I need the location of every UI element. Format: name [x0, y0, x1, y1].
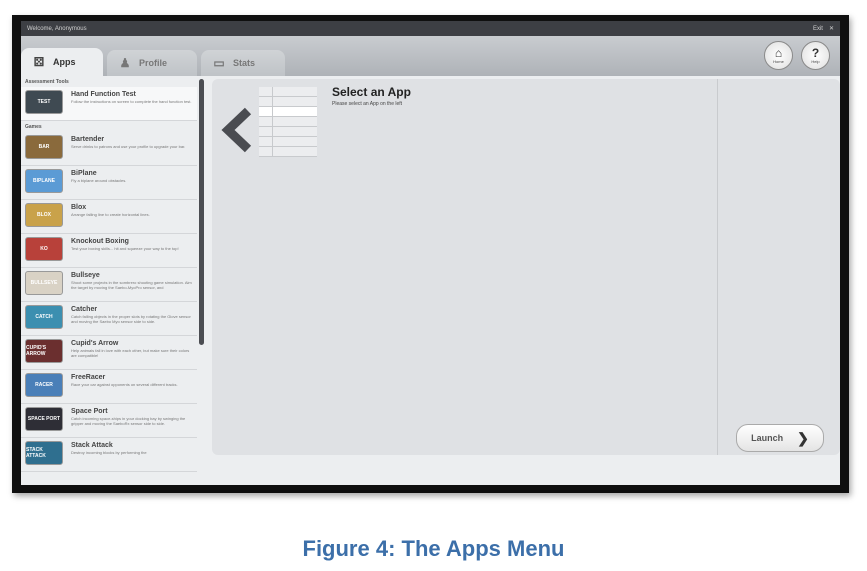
app-list-item[interactable]: SPACE PORT Space Port Catch incoming space… — [21, 404, 197, 438]
app-name: BiPlane — [71, 170, 97, 177]
app-list-item[interactable]: STACK ATTACK Stack Attack Destroy incoming… — [21, 438, 197, 472]
header-bar: ⚄ Apps ♟ Profile ▭ Stats ⌂ Home ? Help — [21, 36, 840, 76]
app-list-sidebar: Assessment Tools TEST Hand Function Test F… — [21, 76, 197, 485]
games-list: BAR Bartender Serve drinks to patrons and … — [21, 132, 197, 472]
app-description: Serve drinks to patrons and use your pro… — [71, 144, 186, 149]
help-icon: ? — [811, 46, 820, 60]
app-list-item[interactable]: TEST Hand Function Test Follow the instruc… — [21, 87, 197, 121]
app-thumbnail: KO — [25, 237, 63, 261]
app-name: Catcher — [71, 306, 98, 313]
app-description: Catch incoming space-ships in your docki… — [71, 416, 186, 426]
page-title: Select an App — [332, 85, 411, 99]
dice-icon: ⚄ — [33, 55, 45, 69]
app-thumbnail: CATCH — [25, 305, 63, 329]
app-detail-panel: Select an App Please select an App on th… — [212, 79, 840, 455]
app-description: Arrange falling line to create horizonta… — [71, 212, 150, 217]
app-text: FreeRacer Race your car against opponents… — [71, 373, 178, 400]
app-text: Stack Attack Destroy incoming blocks by p… — [71, 441, 147, 468]
app-description: Help animals fall in love with each othe… — [71, 348, 190, 358]
tab-stats[interactable]: ▭ Stats — [201, 50, 285, 76]
app-description: Fly a biplane around obstacles. — [71, 178, 127, 183]
app-list-item[interactable]: BLOX Blox Arrange falling line to create h… — [21, 200, 197, 234]
content-area: Assessment Tools TEST Hand Function Test F… — [21, 76, 840, 485]
page-subtitle: Please select an App on the left — [332, 101, 403, 107]
screenshot-frame: Welcome, Anonymous Exit ✕ ⚄ Apps ♟ Profi… — [12, 15, 849, 493]
app-name: FreeRacer — [71, 374, 106, 381]
close-icon[interactable]: ✕ — [829, 25, 834, 32]
app-thumbnail: BULLSEYE — [25, 271, 63, 295]
tab-bar: ⚄ Apps ♟ Profile ▭ Stats — [21, 48, 289, 76]
window-title: Welcome, Anonymous — [27, 25, 87, 32]
tab-profile-label: Profile — [139, 58, 168, 68]
person-icon: ♟ — [119, 56, 131, 70]
app-name: Bullseye — [71, 272, 100, 279]
app-description: Destroy incoming blocks by performing th… — [71, 450, 147, 455]
app-name: Blox — [71, 204, 87, 211]
figure-caption: Figure 4: The Apps Menu — [302, 536, 565, 561]
sidebar-scrollbar[interactable] — [199, 79, 204, 345]
app-list-item[interactable]: BULLSEYE Bullseye Shoot some projects in t… — [21, 268, 197, 302]
home-button[interactable]: ⌂ Home — [764, 41, 793, 70]
app-name: Cupid's Arrow — [71, 340, 119, 347]
app-description: Catch falling objects in the proper slot… — [71, 314, 191, 324]
app-thumbnail: RACER — [25, 373, 63, 397]
app-description: Follow the instructions on screen to com… — [71, 99, 192, 104]
header-buttons: ⌂ Home ? Help — [764, 41, 830, 70]
app-text: Cupid's Arrow Help animals fall in love w… — [71, 339, 193, 366]
tab-apps-label: Apps — [53, 57, 76, 67]
section-games: Games — [25, 124, 42, 130]
list-placeholder-icon — [259, 87, 317, 157]
app-list-item[interactable]: CUPID'S ARROW Cupid's Arrow Help animals f… — [21, 336, 197, 370]
app-list-item[interactable]: RACER FreeRacer Race your car against oppo… — [21, 370, 197, 404]
app-list-item[interactable]: BIPLANE BiPlane Fly a biplane around obsta… — [21, 166, 197, 200]
help-label: Help — [811, 59, 820, 64]
app-thumbnail: STACK ATTACK — [25, 441, 63, 465]
tab-profile[interactable]: ♟ Profile — [107, 50, 197, 76]
home-icon: ⌂ — [774, 46, 783, 60]
app-name: Bartender — [71, 136, 105, 143]
app-list-item[interactable]: CATCH Catcher Catch falling objects in the… — [21, 302, 197, 336]
app-window: Welcome, Anonymous Exit ✕ ⚄ Apps ♟ Profi… — [21, 21, 840, 485]
app-thumbnail: BIPLANE — [25, 169, 63, 193]
app-thumbnail: TEST — [25, 90, 63, 114]
app-thumbnail: BLOX — [25, 203, 63, 227]
app-thumbnail: SPACE PORT — [25, 407, 63, 431]
app-text: Space Port Catch incoming space-ships in … — [71, 407, 193, 434]
app-name: Hand Function Test — [71, 91, 136, 98]
app-description: Test your boxing skills... hit and squee… — [71, 246, 179, 251]
app-text: Bullseye Shoot some projects in the sombr… — [71, 271, 193, 298]
app-text: Hand Function Test Follow the instruction… — [71, 90, 192, 117]
section-assessment-tools: Assessment Tools — [25, 79, 69, 85]
app-text: Blox Arrange falling line to create horiz… — [71, 203, 150, 230]
app-name: Space Port — [71, 408, 108, 415]
app-description: Shoot some projects in the sombrero shoo… — [71, 280, 192, 290]
app-name: Knockout Boxing — [71, 238, 129, 245]
launch-button[interactable]: Launch ❯ — [736, 424, 824, 452]
panel-divider — [717, 79, 718, 455]
chevron-right-icon: ❯ — [797, 429, 809, 446]
app-text: BiPlane Fly a biplane around obstacles. — [71, 169, 126, 196]
tab-apps[interactable]: ⚄ Apps — [21, 48, 103, 76]
home-label: Home — [773, 59, 784, 64]
app-thumbnail: BAR — [25, 135, 63, 159]
title-bar: Welcome, Anonymous Exit ✕ — [21, 21, 840, 36]
app-list-item[interactable]: BAR Bartender Serve drinks to patrons and … — [21, 132, 197, 166]
assessment-list: TEST Hand Function Test Follow the instruc… — [21, 87, 197, 121]
help-button[interactable]: ? Help — [801, 41, 830, 70]
app-list-item[interactable]: KO Knockout Boxing Test your boxing skills… — [21, 234, 197, 268]
app-text: Knockout Boxing Test your boxing skills..… — [71, 237, 179, 264]
app-description: Race your car against opponents on sever… — [71, 382, 178, 387]
app-name: Stack Attack — [71, 442, 113, 449]
app-text: Bartender Serve drinks to patrons and use… — [71, 135, 185, 162]
launch-label: Launch — [751, 433, 784, 443]
chart-icon: ▭ — [213, 56, 225, 70]
chevron-left-icon — [221, 107, 252, 153]
app-text: Catcher Catch falling objects in the prop… — [71, 305, 193, 332]
app-thumbnail: CUPID'S ARROW — [25, 339, 63, 363]
exit-link[interactable]: Exit — [813, 26, 823, 32]
tab-stats-label: Stats — [233, 58, 256, 68]
